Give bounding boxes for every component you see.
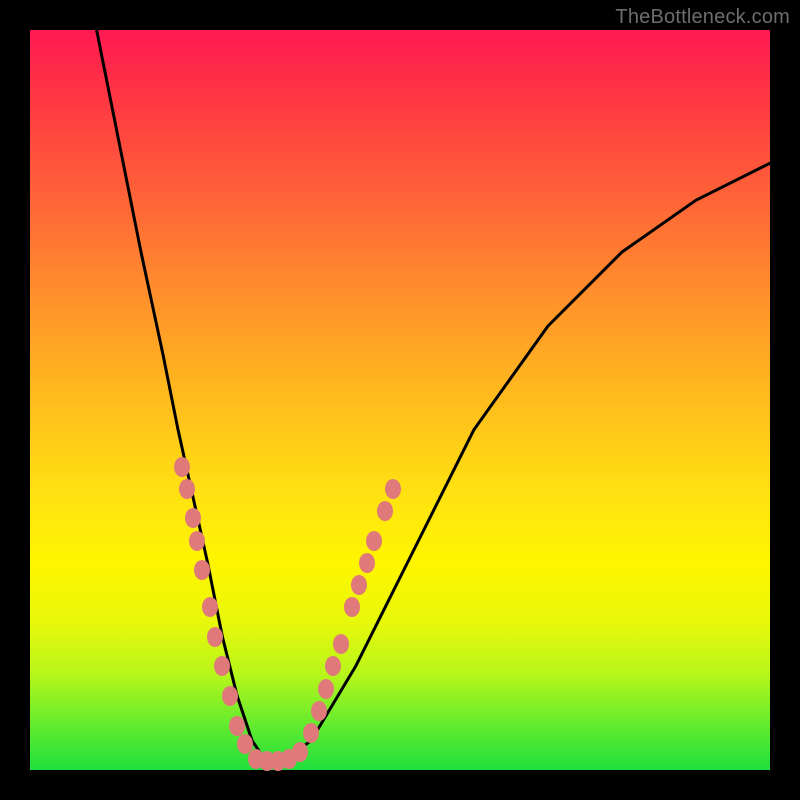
scatter-point: [222, 686, 238, 706]
scatter-point: [214, 656, 230, 676]
scatter-point: [292, 742, 308, 762]
scatter-point: [351, 575, 367, 595]
scatter-point: [333, 634, 349, 654]
chart-frame: TheBottleneck.com: [0, 0, 800, 800]
bottleneck-curve: [30, 30, 770, 770]
scatter-point: [207, 627, 223, 647]
scatter-point: [202, 597, 218, 617]
scatter-point: [194, 560, 210, 580]
scatter-point: [311, 701, 327, 721]
scatter-point: [189, 531, 205, 551]
scatter-point: [385, 479, 401, 499]
scatter-point: [325, 656, 341, 676]
scatter-point: [229, 716, 245, 736]
watermark-text: TheBottleneck.com: [615, 6, 790, 29]
scatter-point: [179, 479, 195, 499]
scatter-point: [318, 679, 334, 699]
scatter-point: [366, 531, 382, 551]
plot-area: [30, 30, 770, 770]
scatter-point: [174, 457, 190, 477]
scatter-point: [377, 501, 393, 521]
scatter-point: [185, 508, 201, 528]
scatter-point: [303, 723, 319, 743]
scatter-point: [344, 597, 360, 617]
scatter-point: [359, 553, 375, 573]
